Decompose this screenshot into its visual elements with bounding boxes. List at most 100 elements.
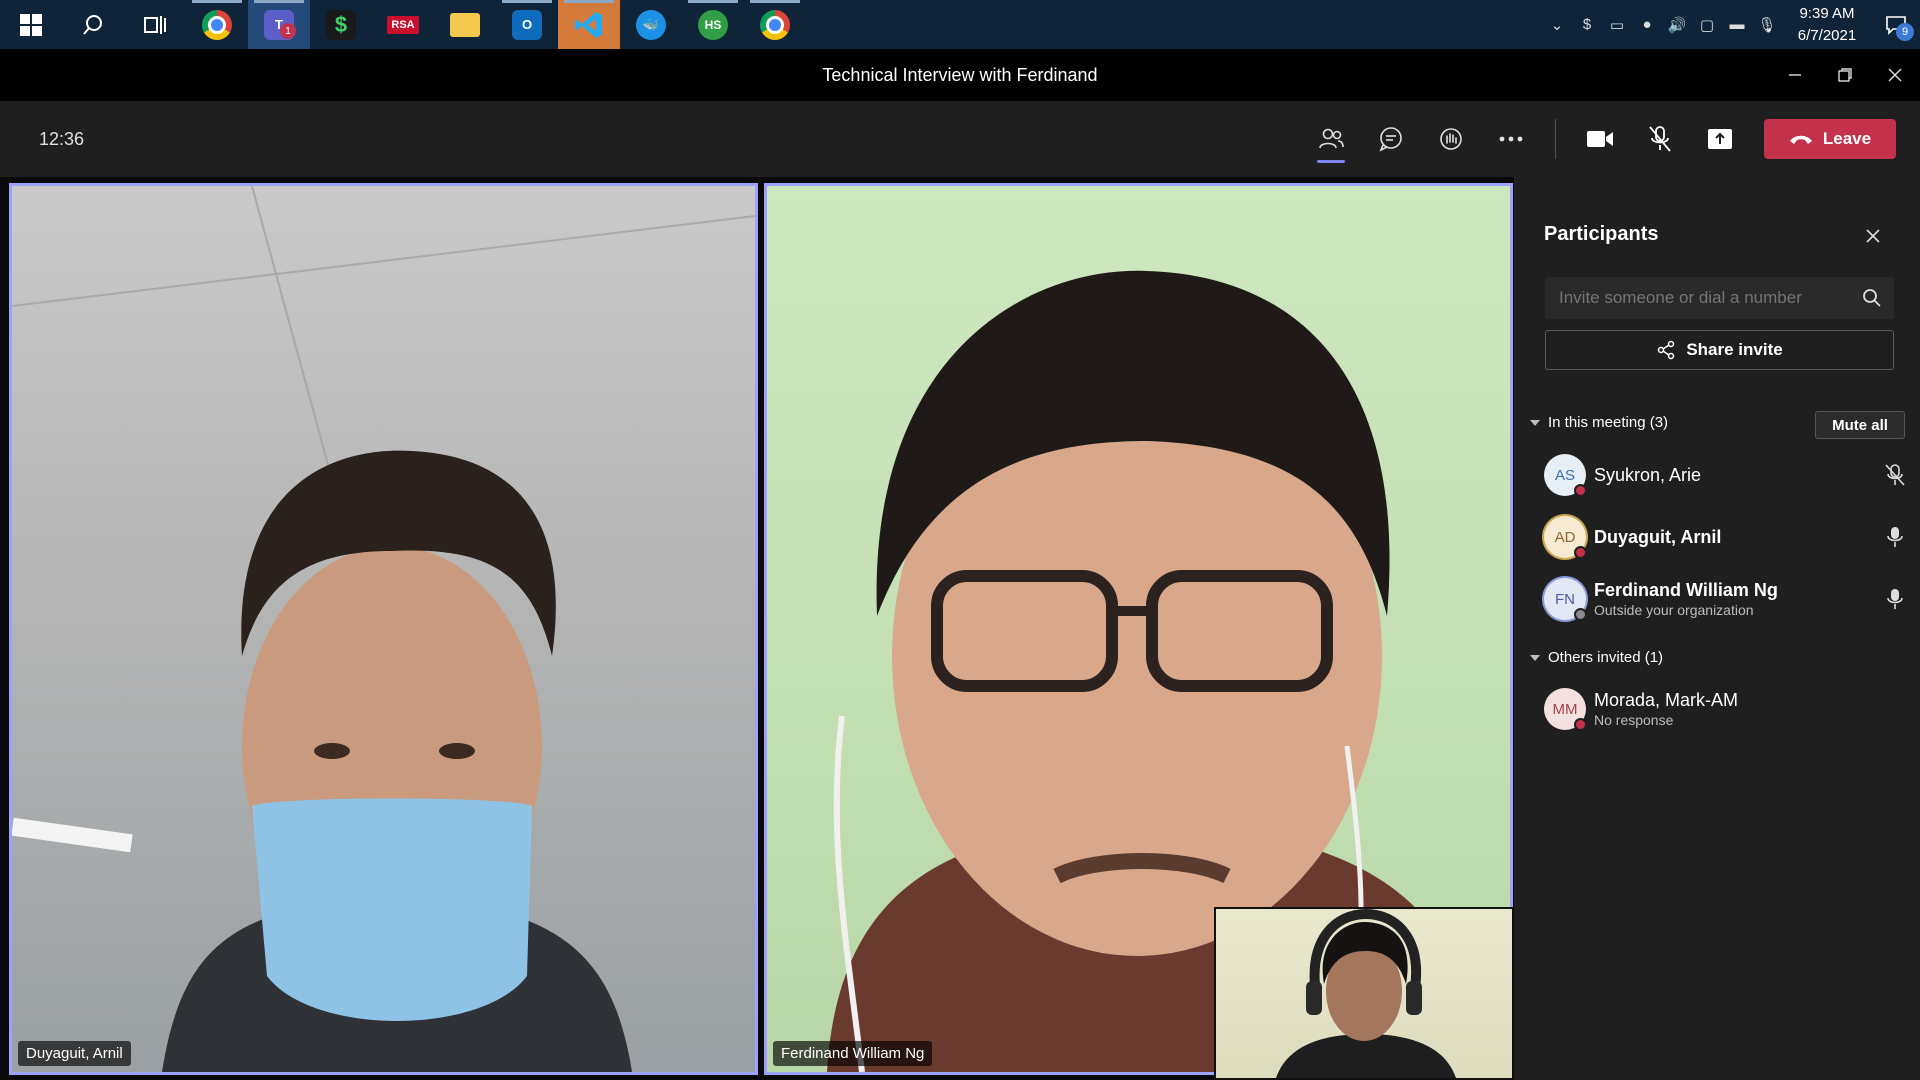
minimize-icon	[1789, 74, 1801, 76]
share-screen-button[interactable]	[1690, 101, 1750, 177]
participant-info: Syukron, Arie	[1594, 465, 1701, 486]
task-view-icon	[144, 15, 166, 34]
leave-button[interactable]: Leave	[1764, 119, 1896, 159]
participants-panel: Participants Share invite In this meetin…	[1514, 177, 1920, 1080]
camera-button[interactable]	[1570, 101, 1630, 177]
rsa-icon: RSA	[387, 15, 419, 34]
participant-info: Ferdinand William Ng Outside your organi…	[1594, 580, 1778, 618]
close-panel-button[interactable]	[1862, 225, 1884, 247]
chrome-app[interactable]	[186, 0, 248, 49]
search-icon[interactable]	[1862, 288, 1882, 308]
microphone-button[interactable]	[1630, 101, 1690, 177]
in-meeting-section-toggle[interactable]: In this meeting (3)	[1530, 414, 1668, 431]
more-icon	[1499, 136, 1523, 142]
system-tray: ⌄ $ ▭ ● 🔊 ▢ ▬ 🎙 9:39 AM 6/7/2021 9	[1542, 0, 1920, 49]
chevron-down-icon	[1530, 654, 1540, 661]
participant-row[interactable]: AD Duyaguit, Arnil	[1544, 511, 1914, 563]
close-icon	[1888, 68, 1902, 82]
presence-status-icon	[1574, 608, 1587, 621]
avatar-initials: AS	[1554, 466, 1575, 484]
chat-button[interactable]	[1361, 101, 1421, 177]
dollar-app[interactable]: $	[310, 0, 372, 49]
window-controls	[1770, 49, 1920, 101]
share-invite-button[interactable]: Share invite	[1545, 330, 1894, 370]
participant-subtitle: Outside your organization	[1594, 602, 1754, 618]
search-button[interactable]	[62, 0, 124, 49]
raise-hand-icon	[1440, 128, 1462, 150]
reactions-button[interactable]	[1421, 101, 1481, 177]
video-feed	[12, 186, 755, 1072]
volume-icon[interactable]: 🔊	[1662, 16, 1692, 34]
windows-taskbar: T 1 $ RSA O 🐳 HS ⌄ $ ▭ ● 🔊 ▢ ▬ 🎙 9:39 AM…	[0, 0, 1920, 49]
windows-logo-icon	[20, 13, 42, 36]
restore-button[interactable]	[1820, 49, 1870, 101]
dollar-tray-icon[interactable]: $	[1572, 16, 1602, 33]
hang-up-icon	[1789, 135, 1812, 144]
meeting-controls: Leave	[1301, 101, 1896, 177]
action-center-button[interactable]: 9	[1872, 0, 1920, 49]
docker-tray-icon[interactable]: ▬	[1722, 16, 1752, 33]
notification-count: 9	[1896, 23, 1914, 41]
hs-app[interactable]: HS	[682, 0, 744, 49]
presence-status-icon	[1574, 484, 1587, 497]
folder-icon	[450, 12, 480, 37]
avatar-initials: FN	[1555, 590, 1575, 608]
participant-name: Duyaguit, Arnil	[1594, 526, 1722, 547]
self-video-image	[1276, 909, 1456, 1078]
participant-row[interactable]: FN Ferdinand William Ng Outside your org…	[1544, 573, 1914, 625]
network-icon[interactable]: ▢	[1692, 16, 1722, 34]
close-window-button[interactable]	[1870, 49, 1920, 101]
file-explorer-app[interactable]	[434, 0, 496, 49]
microphone-tray-icon[interactable]: 🎙	[1752, 16, 1782, 34]
participant-subtitle: No response	[1594, 712, 1674, 728]
participant-info: Duyaguit, Arnil	[1594, 527, 1721, 548]
more-actions-button[interactable]	[1481, 101, 1541, 177]
invite-search-box	[1545, 277, 1894, 319]
close-icon	[1866, 229, 1880, 243]
start-button[interactable]	[0, 0, 62, 49]
video-tile-arnil[interactable]: Duyaguit, Arnil	[9, 183, 758, 1075]
vscode-icon	[575, 11, 602, 38]
docker-app[interactable]: 🐳	[620, 0, 682, 49]
panel-title: Participants	[1544, 223, 1659, 245]
video-stage: Duyaguit, Arnil Ferdinand William Ng	[0, 177, 1514, 1080]
participant-name: Syukron, Arie	[1594, 464, 1702, 485]
avatar: AS	[1544, 454, 1587, 497]
participants-button[interactable]	[1301, 101, 1361, 177]
mic-on-icon	[1884, 525, 1906, 554]
mute-all-button[interactable]: Mute all	[1815, 411, 1905, 439]
mic-on-icon	[1884, 587, 1906, 616]
outlook-app[interactable]: O	[496, 0, 558, 49]
presence-status-icon	[1574, 546, 1587, 559]
invite-input[interactable]	[1559, 288, 1859, 308]
chrome-icon	[202, 9, 232, 40]
self-view-video[interactable]	[1214, 907, 1514, 1080]
battery-icon[interactable]: ▭	[1602, 16, 1632, 34]
participant-name: Ferdinand William Ng	[1594, 580, 1778, 600]
participant-name: Morada, Mark-AM	[1594, 690, 1739, 710]
minimize-button[interactable]	[1770, 49, 1820, 101]
share-invite-label: Share invite	[1686, 340, 1783, 359]
video-camera-icon	[1587, 131, 1613, 147]
clock-date: 6/7/2021	[1797, 26, 1857, 44]
dollar-icon: $	[326, 9, 356, 40]
rsa-app[interactable]: RSA	[372, 0, 434, 49]
teams-app[interactable]: T 1	[248, 0, 310, 49]
chevron-up-icon[interactable]: ⌄	[1542, 16, 1572, 34]
teams-tray-icon[interactable]: ●	[1632, 16, 1662, 33]
teams-badge: 1	[280, 23, 296, 39]
in-meeting-label: In this meeting (3)	[1548, 414, 1669, 431]
toolbar-divider	[1555, 119, 1556, 159]
chrome-app-2[interactable]	[744, 0, 806, 49]
participant-row[interactable]: AS Syukron, Arie	[1544, 449, 1914, 501]
share-tray-icon	[1708, 129, 1732, 149]
others-invited-section-toggle[interactable]: Others invited (1)	[1530, 649, 1663, 666]
presence-status-icon	[1574, 718, 1587, 731]
invited-row[interactable]: MM Morada, Mark-AM No response	[1544, 683, 1914, 735]
restore-icon	[1838, 68, 1852, 82]
chevron-down-icon	[1530, 419, 1540, 426]
vscode-app[interactable]	[558, 0, 620, 49]
clock[interactable]: 9:39 AM 6/7/2021	[1782, 3, 1872, 47]
mic-muted-icon	[1884, 463, 1906, 492]
task-view-button[interactable]	[124, 0, 186, 49]
